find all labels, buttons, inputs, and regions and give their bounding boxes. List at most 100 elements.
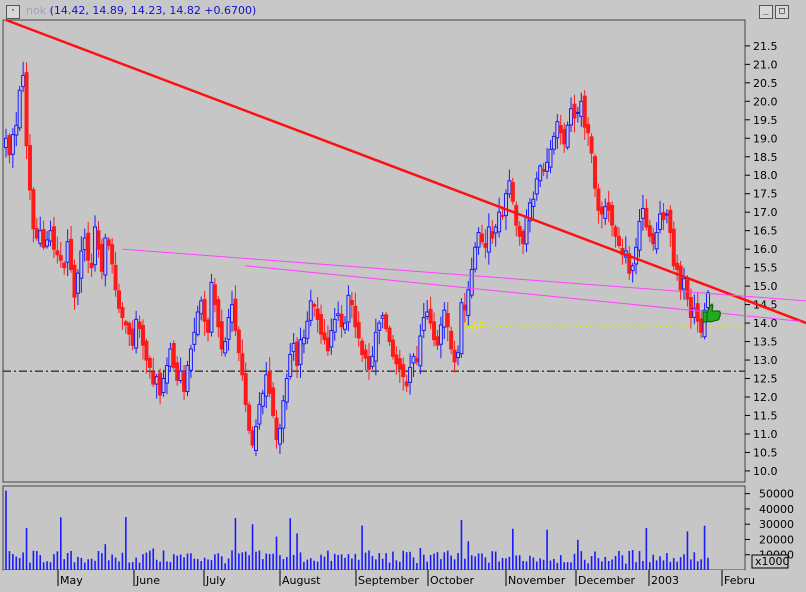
candle-body (459, 302, 464, 355)
x-tick-label: May (60, 574, 83, 587)
candle-body (14, 124, 19, 136)
candle-body (329, 329, 334, 348)
candle-body (154, 376, 159, 385)
candle-body (682, 278, 687, 290)
candle-body (466, 289, 471, 317)
candle-body (592, 156, 597, 189)
candle-body (541, 168, 546, 173)
y-tick-label: 20.5 (753, 77, 778, 90)
y-tick-label: 16.0 (753, 243, 778, 256)
gap-label: GAP (462, 320, 485, 333)
candle-body (651, 233, 656, 245)
candle-body (479, 233, 484, 243)
candle-body (346, 294, 351, 323)
candle-body (27, 145, 32, 191)
candle-body (267, 370, 272, 394)
candle-body (195, 311, 200, 336)
y-tick-label: 10.0 (753, 465, 778, 478)
candle-body (117, 290, 122, 309)
candle-body (147, 357, 152, 368)
candle-body (192, 331, 197, 345)
chart-window: · nok (14.42, 14.89, 14.23, 14.82 +0.670… (0, 0, 806, 592)
candle-body (103, 237, 108, 276)
candle-body (654, 232, 659, 250)
candle-body (127, 322, 132, 335)
candle-body (675, 262, 680, 270)
candle-body (356, 322, 361, 339)
candle-body (140, 324, 145, 346)
candle-body (613, 226, 618, 237)
candle-body (123, 321, 128, 326)
candle-body (637, 220, 642, 251)
candle-body (414, 357, 419, 363)
candle-body (10, 134, 15, 155)
candle-body (688, 297, 693, 319)
candle-body (634, 246, 639, 265)
volume-tick-label: 20000 (759, 533, 794, 546)
candle-body (373, 331, 378, 362)
candle-body (456, 352, 461, 359)
candle-body (332, 318, 337, 333)
candle-body (250, 430, 255, 446)
x-tick-label: November (508, 574, 566, 587)
candle-body (483, 243, 488, 248)
y-tick-label: 21.0 (753, 58, 778, 71)
candle-body (96, 230, 101, 250)
candle-body (72, 264, 77, 298)
candle-body (298, 339, 303, 365)
candle-body (647, 225, 652, 237)
candle-body (565, 124, 570, 148)
candle-body (445, 313, 450, 328)
candle-body (497, 211, 502, 233)
candle-body (408, 366, 413, 383)
candle-body (534, 178, 539, 195)
candle-body (55, 250, 60, 256)
candle-body (120, 307, 125, 319)
y-tick-label: 15.5 (753, 262, 778, 275)
candle-body (199, 300, 204, 315)
candle-body (589, 136, 594, 154)
candle-body (264, 374, 269, 397)
candle-body (640, 207, 645, 219)
candle-body (188, 348, 193, 371)
candle-body (579, 100, 584, 117)
candle-body (34, 228, 39, 239)
y-tick-label: 19.5 (753, 114, 778, 127)
candle-body (144, 340, 149, 361)
candle-body (325, 337, 330, 352)
y-tick-label: 18.0 (753, 169, 778, 182)
candle-body (281, 400, 286, 429)
candle-body (610, 205, 615, 226)
candle-body (363, 349, 368, 359)
candle-body (178, 370, 183, 382)
y-tick-label: 11.5 (753, 409, 778, 422)
candle-body (521, 231, 526, 245)
candle-body (206, 319, 211, 333)
candle-body (79, 250, 84, 279)
candle-body (377, 322, 382, 331)
y-tick-label: 10.5 (753, 446, 778, 459)
volume-unit-label: x1000 (755, 555, 790, 568)
candle-body (661, 212, 666, 221)
candle-body (89, 262, 94, 269)
candle-body (538, 165, 543, 182)
candle-body (51, 226, 56, 250)
price-panel (2, 19, 746, 483)
candle-body (202, 299, 207, 322)
candle-body (353, 305, 358, 328)
candle-body (151, 371, 156, 385)
y-tick-label: 18.5 (753, 151, 778, 164)
candle-body (658, 213, 663, 230)
x-tick-label: July (205, 574, 226, 587)
candle-body (507, 180, 512, 195)
candle-body (699, 318, 704, 333)
candle-body (257, 403, 262, 425)
candle-body (21, 74, 26, 88)
candle-body (284, 378, 289, 403)
candle-body (438, 324, 443, 345)
candle-body (668, 209, 673, 234)
candle-body (394, 354, 399, 365)
candle-body (336, 313, 341, 317)
y-tick-label: 17.0 (753, 206, 778, 219)
candle-body (404, 381, 409, 387)
